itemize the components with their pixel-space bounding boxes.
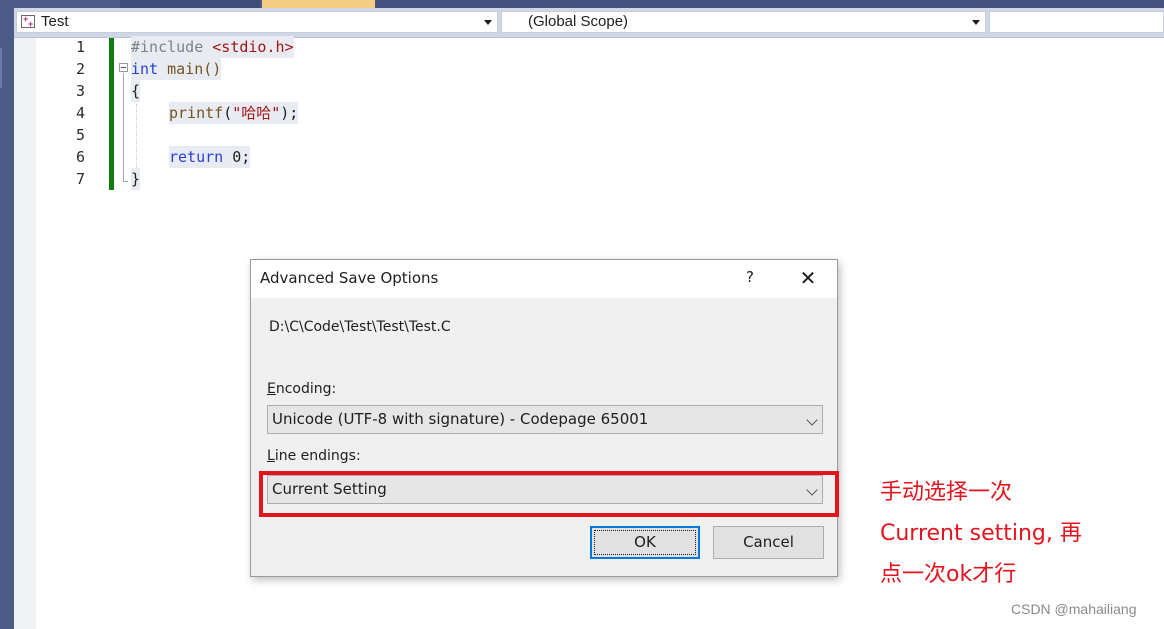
line-endings-label-accesskey: L bbox=[267, 448, 275, 464]
code-line-2[interactable]: int main() bbox=[131, 58, 222, 80]
tab-well bbox=[375, 0, 1164, 8]
line-number: 2 bbox=[75, 60, 85, 78]
encoding-select-value: Unicode (UTF-8 with signature) - Codepag… bbox=[272, 410, 649, 428]
navigation-bar: + + Test (Global Scope) bbox=[14, 8, 1164, 38]
code-line-3[interactable]: { bbox=[131, 80, 141, 102]
editor-glyph-margin bbox=[14, 38, 36, 629]
project-icon: + + bbox=[21, 14, 35, 29]
left-strip-accent bbox=[0, 48, 2, 88]
chevron-down-icon[interactable] bbox=[972, 20, 980, 25]
line-number: 1 bbox=[75, 38, 85, 56]
scope-dropdown[interactable]: (Global Scope) bbox=[501, 11, 986, 33]
include-header: <stdio.h> bbox=[212, 38, 294, 56]
paren: ( bbox=[223, 104, 233, 122]
help-button[interactable]: ? bbox=[740, 268, 760, 288]
project-dropdown-value: Test bbox=[41, 13, 69, 30]
code-line-7[interactable]: } bbox=[131, 168, 141, 190]
watermark: CSDN @mahailiang bbox=[1011, 601, 1137, 617]
focus-rect bbox=[594, 530, 696, 555]
chevron-down-icon[interactable] bbox=[484, 20, 492, 25]
annotation-line-3: 点一次ok才行 bbox=[880, 562, 1017, 587]
document-tab-inactive[interactable] bbox=[120, 0, 260, 8]
line-number: 3 bbox=[75, 82, 85, 100]
return-value: 0; bbox=[223, 148, 251, 166]
encoding-label-text: ncoding: bbox=[275, 381, 337, 397]
paren-close: ); bbox=[280, 104, 299, 122]
line-number: 6 bbox=[75, 148, 85, 166]
member-dropdown[interactable] bbox=[989, 11, 1164, 33]
indent-guide bbox=[136, 104, 137, 178]
encoding-label: Encoding: bbox=[267, 381, 336, 397]
window-top-strip bbox=[0, 0, 1164, 8]
cancel-button-label: Cancel bbox=[743, 533, 794, 551]
line-endings-label: Line endings: bbox=[267, 448, 361, 464]
highlight-box bbox=[259, 471, 839, 517]
ok-button[interactable]: OK bbox=[590, 526, 700, 559]
code-line-1[interactable]: #include <stdio.h> bbox=[131, 36, 294, 58]
file-path: D:\C\Code\Test\Test\Test.C bbox=[269, 319, 451, 335]
collapse-icon[interactable] bbox=[119, 63, 128, 72]
code-line-4[interactable]: printf("哈哈"); bbox=[169, 102, 299, 124]
keyword: int bbox=[131, 60, 159, 78]
change-tracking-bar bbox=[109, 38, 114, 190]
close-icon[interactable]: ✕ bbox=[796, 266, 820, 290]
document-tab-active[interactable] bbox=[262, 0, 375, 8]
chevron-down-icon[interactable] bbox=[806, 414, 818, 426]
dialog-title: Advanced Save Options bbox=[260, 269, 439, 287]
left-tool-strip bbox=[0, 8, 14, 629]
string-literal: "哈哈" bbox=[232, 104, 281, 122]
function-call: printf bbox=[169, 104, 224, 122]
brace: { bbox=[131, 82, 141, 100]
annotation-line-1: 手动选择一次 bbox=[880, 480, 1013, 505]
encoding-label-accesskey: E bbox=[267, 381, 276, 397]
project-dropdown[interactable]: + + Test bbox=[16, 11, 498, 33]
advanced-save-options-dialog: Advanced Save Options ? ✕ D:\C\Code\Test… bbox=[250, 259, 838, 577]
outline-guide bbox=[123, 73, 124, 181]
outline-guide-end bbox=[123, 181, 128, 182]
code-line-6[interactable]: return 0; bbox=[169, 146, 251, 168]
encoding-select[interactable]: Unicode (UTF-8 with signature) - Codepag… bbox=[267, 405, 823, 434]
line-number: 4 bbox=[75, 104, 85, 122]
line-number: 5 bbox=[75, 126, 85, 144]
annotation-line-2: Current setting, 再 bbox=[880, 521, 1082, 546]
dialog-title-bar: Advanced Save Options ? ✕ bbox=[251, 260, 837, 298]
scope-dropdown-value: (Global Scope) bbox=[528, 13, 629, 30]
line-endings-label-text: ine endings: bbox=[274, 448, 361, 464]
line-number: 7 bbox=[75, 170, 85, 188]
brace: } bbox=[131, 170, 141, 188]
cancel-button[interactable]: Cancel bbox=[713, 526, 824, 559]
keyword: return bbox=[169, 148, 224, 166]
preprocessor-directive: #include bbox=[131, 38, 213, 56]
function-signature: main() bbox=[158, 60, 222, 78]
